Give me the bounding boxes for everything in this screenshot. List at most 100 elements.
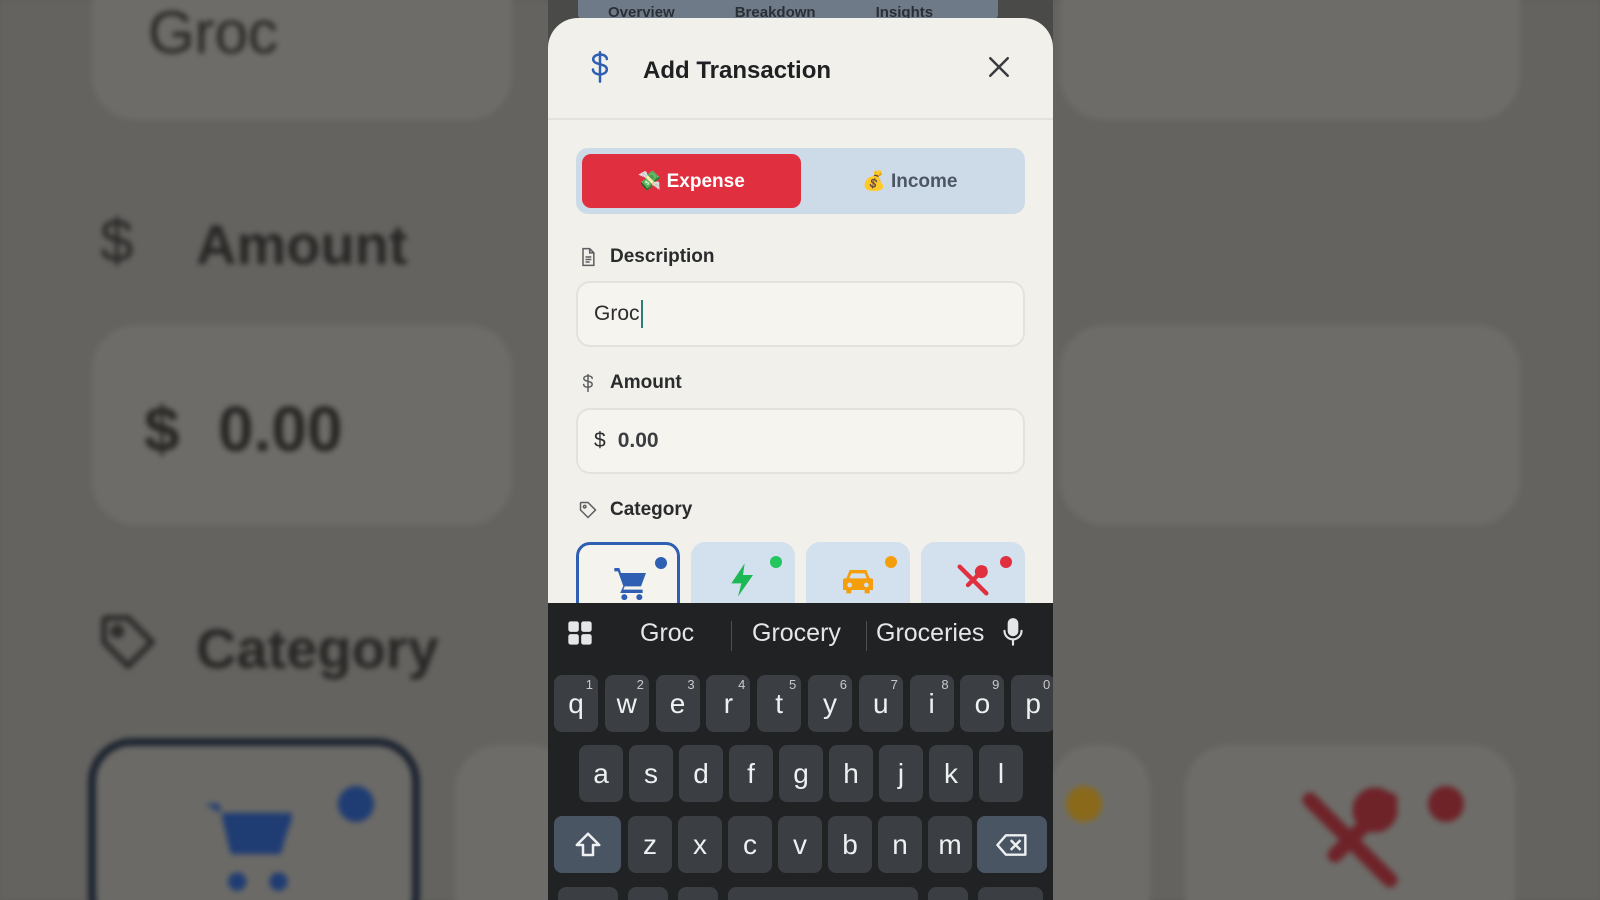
close-icon[interactable] <box>984 52 1014 82</box>
key-number-hint: 1 <box>585 677 593 692</box>
key-number-hint: 4 <box>738 677 746 692</box>
key-g[interactable]: g <box>779 745 823 802</box>
key-u[interactable]: u7 <box>858 675 903 732</box>
bg-cart-icon <box>196 790 306 900</box>
bg-amount-label: Amount <box>196 213 408 276</box>
key-letter: t <box>775 687 784 719</box>
category-dot <box>885 556 897 568</box>
key-d[interactable]: d <box>679 745 723 802</box>
key-r[interactable]: r4 <box>706 675 751 732</box>
bg-category-label: Category <box>196 617 439 680</box>
key-letter: e <box>669 687 686 719</box>
microphone-icon[interactable] <box>1000 617 1026 649</box>
bg-right-card-top <box>1060 0 1520 120</box>
apps-grid-icon[interactable] <box>566 619 594 647</box>
key-x[interactable]: x <box>678 816 722 873</box>
key-c[interactable]: c <box>728 816 772 873</box>
key-o[interactable]: o9 <box>960 675 1005 732</box>
key-p[interactable]: p0 <box>1011 675 1053 732</box>
keyboard-row-4-partial <box>678 887 718 900</box>
suggestion-divider <box>731 621 732 651</box>
backspace-key[interactable] <box>977 816 1047 873</box>
key-a[interactable]: a <box>579 745 623 802</box>
bg-description-value: Groc <box>148 0 279 66</box>
on-screen-keyboard: Groc Grocery Groceries q1w2e3r4t5y6u7i8o… <box>548 603 1053 900</box>
key-e[interactable]: e3 <box>655 675 700 732</box>
category-groceries[interactable] <box>576 542 680 603</box>
backspace-icon <box>996 833 1027 856</box>
key-b[interactable]: b <box>828 816 872 873</box>
category-label-row: Category <box>578 499 692 521</box>
key-letter: r <box>723 687 734 719</box>
document-icon <box>582 247 595 267</box>
key-n[interactable]: n <box>878 816 922 873</box>
screen: Groc $ Amount $ 0.00 Category Overview B… <box>0 0 1600 900</box>
key-letter: y <box>823 687 837 719</box>
bg-utensils-icon <box>1290 780 1410 900</box>
key-number-hint: 0 <box>1042 677 1051 692</box>
key-number-hint: 8 <box>941 677 949 692</box>
key-k[interactable]: k <box>929 745 973 802</box>
suggestion-3[interactable]: Groceries <box>876 619 984 648</box>
key-f[interactable]: f <box>729 745 773 802</box>
key-w[interactable]: w2 <box>604 675 649 732</box>
dialog-title: Add Transaction <box>643 57 832 84</box>
amount-label: Amount <box>610 372 682 393</box>
category-utilities[interactable] <box>691 542 795 603</box>
text-caret <box>640 300 643 328</box>
description-label-row: Description <box>578 246 715 268</box>
key-s[interactable]: s <box>629 745 673 802</box>
key-y[interactable]: y6 <box>808 675 852 732</box>
bolt-icon <box>731 563 753 597</box>
amount-input[interactable]: $ 0.00 <box>576 408 1025 474</box>
key-h[interactable]: h <box>829 745 873 802</box>
key-t[interactable]: t5 <box>757 675 802 732</box>
shift-key[interactable] <box>554 816 621 873</box>
bg-tag-icon <box>96 610 160 687</box>
category-dining[interactable] <box>921 542 1025 603</box>
key-letter: p <box>1025 687 1041 719</box>
suggestion-2[interactable]: Grocery <box>752 619 841 648</box>
spacebar-partial <box>728 887 918 900</box>
keyboard-row-4-partial <box>978 887 1043 900</box>
amount-label-row: Amount <box>578 372 682 394</box>
car-icon <box>843 570 873 594</box>
add-transaction-dialog: Add Transaction 💸 Expense 💰 Income Descr… <box>548 18 1053 603</box>
key-letter: w <box>616 687 637 719</box>
bg-car-dot <box>1066 786 1102 822</box>
category-label: Category <box>610 499 693 520</box>
key-number-hint: 5 <box>788 677 797 692</box>
key-q[interactable]: q1 <box>554 675 598 732</box>
tag-icon <box>579 501 597 519</box>
keyboard-row-4-partial <box>558 887 618 900</box>
key-v[interactable]: v <box>778 816 822 873</box>
key-j[interactable]: j <box>879 745 923 802</box>
amount-prefix: $ <box>594 429 606 452</box>
keyboard-row-4-partial <box>628 887 668 900</box>
suggestion-bar: Groc Grocery Groceries <box>548 603 1053 665</box>
key-z[interactable]: z <box>628 816 672 873</box>
category-dot <box>655 557 667 569</box>
key-l[interactable]: l <box>979 745 1023 802</box>
bg-utensils-dot <box>1428 786 1464 822</box>
expense-button[interactable]: 💸 Expense <box>582 154 801 208</box>
utensils-icon <box>957 564 989 596</box>
key-number-hint: 3 <box>687 677 695 692</box>
keyboard-row-4-partial <box>928 887 968 900</box>
bg-amount-value: 0.00 <box>218 393 343 465</box>
income-button[interactable]: 💰 Income <box>801 154 1020 208</box>
key-m[interactable]: m <box>928 816 972 873</box>
key-letter: i <box>928 687 935 719</box>
key-letter: q <box>568 687 584 719</box>
amount-placeholder: 0.00 <box>617 429 659 452</box>
key-letter: o <box>974 687 991 719</box>
dialog-header: Add Transaction <box>548 18 1053 120</box>
category-transport[interactable] <box>806 542 910 603</box>
bg-car-tile <box>1050 745 1150 900</box>
key-i[interactable]: i8 <box>909 675 954 732</box>
suggestion-1[interactable]: Groc <box>640 619 694 648</box>
bg-amount-prefix: $ <box>144 393 180 465</box>
key-number-hint: 7 <box>890 677 898 692</box>
dollar-small-icon <box>582 373 593 393</box>
description-input[interactable]: Groc <box>576 281 1025 347</box>
